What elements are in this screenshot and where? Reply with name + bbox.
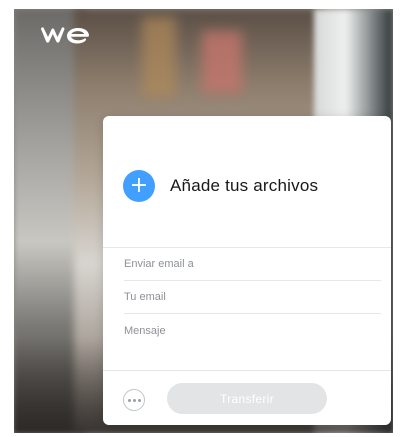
background-book-red xyxy=(202,31,242,93)
add-files-label: Añade tus archivos xyxy=(170,176,319,195)
transfer-panel: + Añade tus archivos Transferir xyxy=(103,116,391,425)
app-window: + Añade tus archivos Transferir xyxy=(14,9,393,433)
background-book-orange xyxy=(142,17,176,97)
more-options-button[interactable] xyxy=(123,389,145,411)
ellipsis-icon xyxy=(127,398,131,402)
ellipsis-icon xyxy=(137,398,141,402)
transfer-button[interactable]: Transferir xyxy=(167,383,327,414)
email-to-field[interactable] xyxy=(124,248,381,281)
divider xyxy=(103,370,391,371)
add-files-button[interactable]: + Añade tus archivos xyxy=(123,170,318,202)
message-field[interactable] xyxy=(124,314,381,370)
wetransfer-logo-icon[interactable] xyxy=(40,25,92,45)
your-email-field[interactable] xyxy=(124,281,381,314)
plus-icon[interactable]: + xyxy=(123,170,155,202)
ellipsis-icon xyxy=(132,398,136,402)
